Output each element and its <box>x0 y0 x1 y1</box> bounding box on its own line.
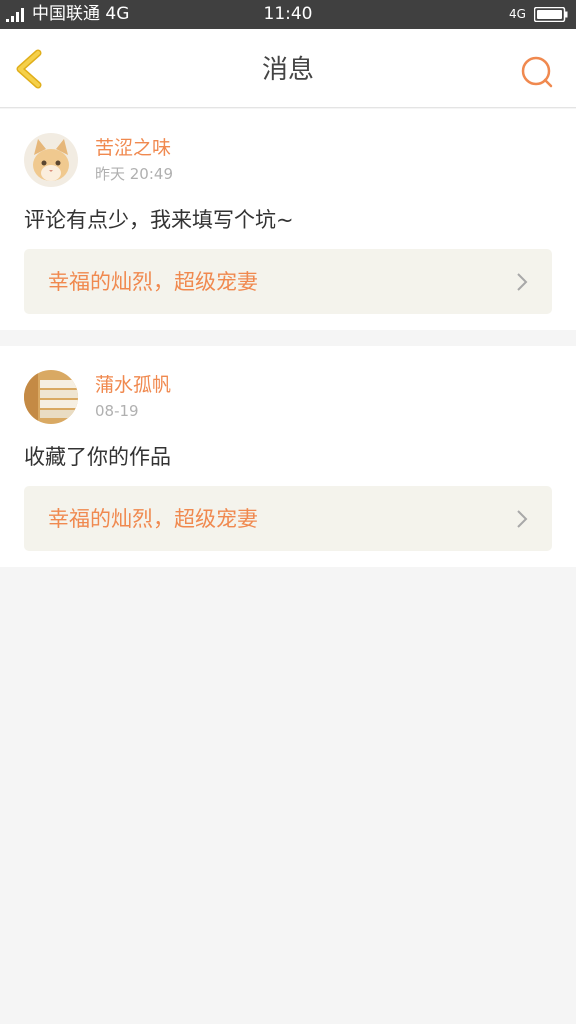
page-title: 消息 <box>261 55 314 85</box>
work-title: 幸福的灿烈，超级宠妻 <box>48 507 258 531</box>
books-avatar-icon <box>24 370 78 424</box>
message-item[interactable]: 蒲水孤帆 08-19 收藏了你的作品 幸福的灿烈，超级宠妻 <box>0 346 576 567</box>
battery-icon <box>534 7 568 22</box>
avatar[interactable] <box>24 133 78 187</box>
clock: 11:40 <box>263 4 313 24</box>
work-link[interactable]: 幸福的灿烈，超级宠妻 <box>24 486 552 551</box>
search-icon[interactable] <box>516 55 556 91</box>
app-header: 消息 <box>0 29 576 108</box>
message-text: 评论有点少，我来填写个坑~ <box>24 208 294 232</box>
work-link[interactable]: 幸福的灿烈，超级宠妻 <box>24 249 552 314</box>
message-text: 收藏了你的作品 <box>24 445 171 469</box>
work-title: 幸福的灿烈，超级宠妻 <box>48 270 258 294</box>
username[interactable]: 苦涩之味 <box>95 136 171 160</box>
message-time: 昨天 20:49 <box>95 165 173 183</box>
chevron-right-icon <box>517 273 528 291</box>
chevron-right-icon <box>517 510 528 528</box>
message-item[interactable]: 苦涩之味 昨天 20:49 评论有点少，我来填写个坑~ 幸福的灿烈，超级宠妻 <box>0 109 576 330</box>
message-time: 08-19 <box>95 402 139 420</box>
avatar[interactable] <box>24 370 78 424</box>
network-label: 4G <box>509 7 526 21</box>
username[interactable]: 蒲水孤帆 <box>95 373 171 397</box>
cat-avatar-icon <box>24 133 78 187</box>
status-bar: 中国联通 4G 11:40 4G <box>0 0 576 29</box>
